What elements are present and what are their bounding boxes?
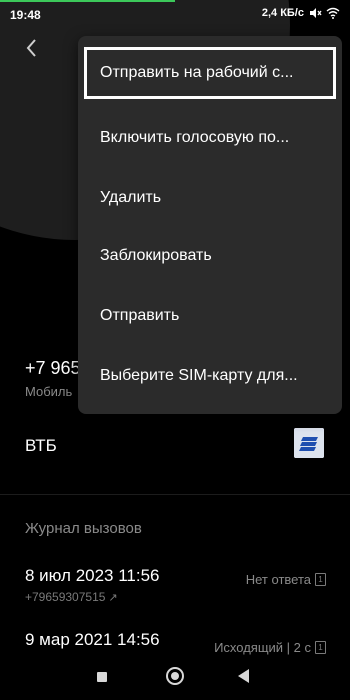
contact-details-screen: 19:48 2,4 КБ/с +7 965 Мобиль ВТБ Журнал … (0, 0, 350, 700)
bank-logo-icon[interactable] (294, 428, 324, 458)
status-right: 2,4 КБ/с (262, 7, 340, 19)
menu-item-send[interactable]: Отправить (78, 286, 342, 346)
call-status-text: Нет ответа (245, 572, 311, 587)
phone-type: Мобиль (25, 384, 73, 399)
call-date: 8 июл 2023 11:56 (25, 566, 160, 585)
status-time: 19:48 (10, 8, 41, 22)
phone-number[interactable]: +7 965 (25, 358, 81, 379)
wifi-icon (326, 7, 340, 19)
back-icon[interactable] (238, 669, 249, 683)
outgoing-arrow-icon: ↗ (108, 592, 118, 604)
menu-item-send-to-work[interactable]: Отправить на рабочий с... (84, 47, 336, 99)
call-status: Исходящий | 2 с 1 (214, 640, 326, 655)
call-status: Нет ответа 1 (246, 572, 326, 587)
sim-icon: 1 (315, 573, 326, 586)
context-menu: Отправить на рабочий с... Включить голос… (78, 36, 342, 414)
call-number: +79659307515 ↗ (25, 590, 118, 604)
sim-icon: 1 (315, 641, 326, 654)
back-arrow-icon[interactable] (18, 34, 46, 62)
home-icon[interactable] (166, 667, 184, 685)
network-speed: 2,4 КБ/с (261, 7, 304, 19)
menu-item-delete[interactable]: Удалить (78, 168, 342, 228)
bank-label: ВТБ (25, 436, 57, 455)
call-date: 9 мар 2021 14:56 (25, 630, 160, 649)
menu-item-voice-mail[interactable]: Включить голосовую по... (78, 108, 342, 168)
call-history-row[interactable]: 8 июл 2023 11:56 +79659307515 ↗ Нет ответ… (0, 566, 350, 622)
divider (0, 494, 350, 495)
call-history-title: Журнал вызовов (25, 520, 142, 537)
call-status-text: Исходящий | 2 с (214, 640, 311, 655)
home-icon-inner (171, 672, 179, 680)
navigation-bar (0, 656, 350, 700)
menu-item-select-sim[interactable]: Выберите SIM-карту для... (78, 346, 342, 406)
menu-item-block[interactable]: Заблокировать (78, 226, 342, 286)
call-number-text: +79659307515 (25, 590, 106, 604)
status-bar: 19:48 2,4 КБ/с (0, 0, 350, 30)
mute-icon (310, 8, 322, 18)
recents-icon[interactable] (97, 672, 107, 682)
